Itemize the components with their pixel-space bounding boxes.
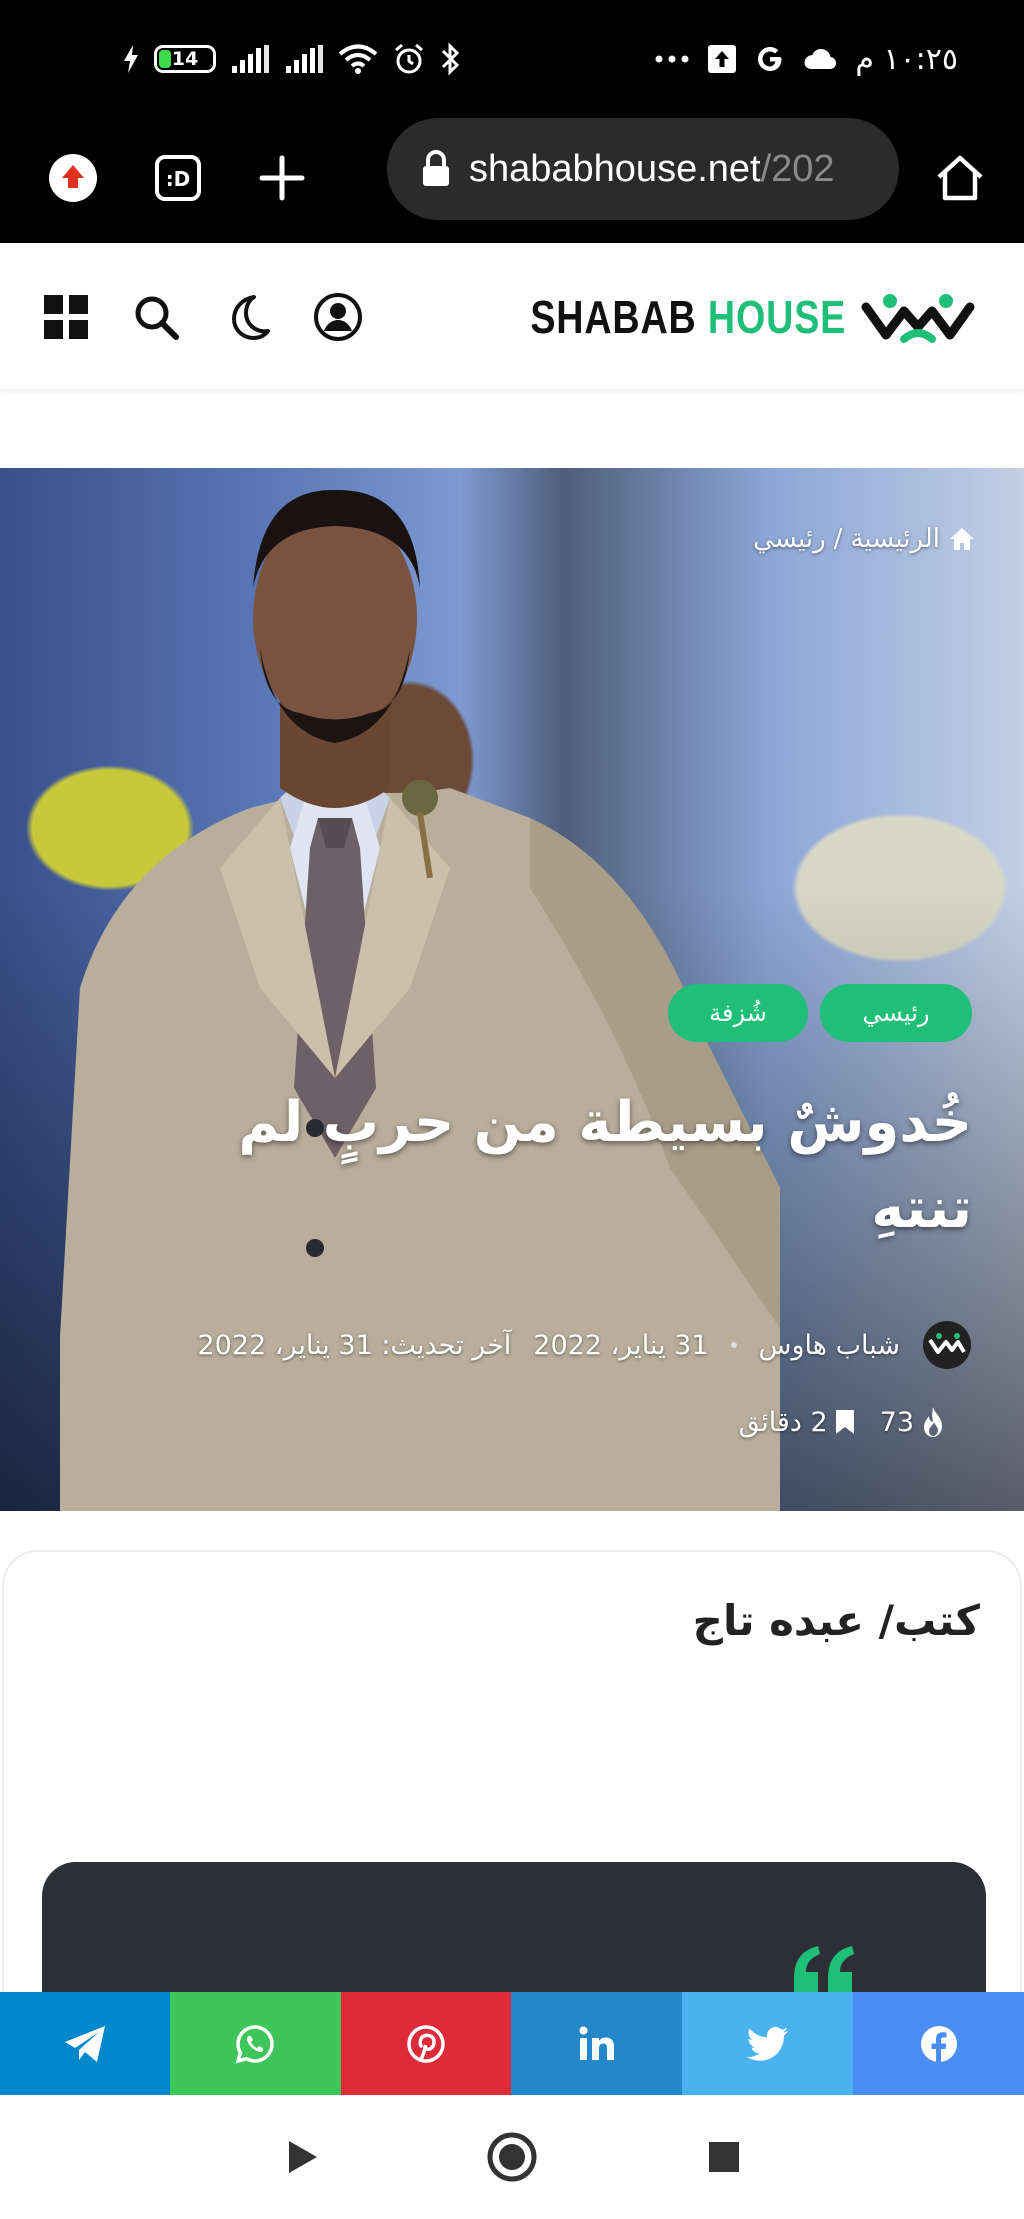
breadcrumb: الرئيسية / رئيسي [753, 524, 976, 554]
nav-back-button[interactable] [272, 2127, 332, 2187]
article-body: كتب/ عبده تاج [2, 1550, 1022, 2062]
upload-icon [708, 45, 737, 73]
share-twitter-button[interactable] [682, 1992, 854, 2095]
telegram-icon [64, 2025, 105, 2062]
menu-button[interactable] [40, 291, 92, 343]
share-facebook-button[interactable] [853, 1992, 1024, 2095]
more-notifications-icon [655, 55, 689, 63]
breadcrumb-separator: / [833, 524, 843, 554]
post-stats: 73 2 دقائق [739, 1406, 946, 1438]
alarm-icon [395, 43, 423, 74]
status-bar: 14 ١٠:٢٥ م [0, 0, 1024, 118]
meta-separator [730, 1342, 737, 1348]
search-icon [135, 296, 179, 340]
share-linkedin-button[interactable] [511, 1992, 683, 2095]
cloud-icon [804, 49, 837, 69]
views-value: 73 [879, 1406, 914, 1438]
home-icon [937, 155, 983, 201]
browser-toolbar: :D shababhouse.net/202 [0, 118, 1024, 243]
logo-mark-icon [861, 294, 975, 343]
status-icons-left: 14 [122, 36, 462, 82]
facebook-icon [920, 2025, 957, 2063]
category-tag[interactable]: رئيسي [820, 984, 972, 1042]
share-telegram-button[interactable] [0, 1992, 170, 2095]
logo-text: SHABAB HOUSE [530, 290, 846, 344]
google-icon [758, 47, 782, 71]
category-tags: رئيسي شُزفة [668, 984, 972, 1042]
hero-section: الرئيسية / رئيسي رئيسي شُزفة خُدوشٌ بسيط… [0, 468, 1024, 1511]
bluetooth-icon [441, 42, 460, 76]
tab-switcher-icon: :D [155, 155, 201, 201]
charging-icon [124, 45, 138, 73]
site-header: SHABAB HOUSE [0, 243, 1024, 389]
svg-text::D: :D [166, 167, 191, 191]
fire-icon [924, 1407, 942, 1437]
plus-icon [259, 155, 305, 201]
publish-date: 31 يناير، 2022 [533, 1329, 709, 1361]
address-bar[interactable]: shababhouse.net/202 [387, 118, 899, 220]
dark-mode-toggle[interactable] [222, 291, 274, 343]
share-bar [0, 1992, 1024, 2095]
author-avatar[interactable] [922, 1320, 972, 1370]
nav-recents-button[interactable] [694, 2127, 754, 2187]
article-byline: كتب/ عبده تاج [692, 1596, 980, 1645]
nav-home-button[interactable] [482, 2127, 542, 2187]
post-meta: شباب هاوس 31 يناير، 2022 آخر تحديث: 31 ي… [198, 1320, 973, 1370]
whatsapp-icon [235, 2024, 274, 2064]
pinterest-icon [407, 2024, 445, 2063]
home-icon [950, 528, 974, 550]
linkedin-icon [579, 2026, 614, 2060]
url-domain: shababhouse.net [469, 147, 761, 190]
clock: ١٠:٢٥ م [855, 41, 958, 77]
back-triangle-icon [289, 2141, 317, 2173]
read-time: 2 دقائق [739, 1407, 856, 1438]
update-button[interactable] [43, 148, 103, 208]
breadcrumb-home-link[interactable]: الرئيسية [850, 524, 940, 554]
user-icon [314, 293, 362, 341]
category-tag[interactable]: شُزفة [668, 984, 808, 1042]
site-logo[interactable]: SHABAB HOUSE [461, 287, 976, 347]
signal-icon-2 [286, 45, 323, 73]
lock-icon [423, 150, 449, 186]
battery-icon: 14 [154, 45, 216, 73]
bookmark-icon [835, 1410, 854, 1434]
new-tab-button[interactable] [252, 148, 312, 208]
battery-level: 14 [171, 48, 199, 70]
logo-word-1: SHABAB [530, 291, 697, 343]
moon-icon [232, 295, 270, 340]
url-path: /202 [760, 147, 835, 190]
home-button[interactable] [930, 148, 990, 208]
system-navigation-bar [0, 2095, 1024, 2219]
read-time-value: 2 دقائق [738, 1406, 828, 1438]
logo-word-2: HOUSE [707, 291, 846, 343]
updated-date: آخر تحديث: 31 يناير، 2022 [197, 1329, 512, 1361]
upgrade-arrow-icon [49, 154, 97, 202]
wifi-icon [338, 44, 378, 74]
grid-menu-icon [44, 295, 88, 339]
author-name[interactable]: شباب هاوس [759, 1330, 900, 1361]
status-icons-right: ١٠:٢٥ م [655, 36, 958, 82]
url-text: shababhouse.net/202 [469, 148, 835, 191]
recents-square-icon [709, 2142, 739, 2172]
share-whatsapp-button[interactable] [169, 1992, 341, 2095]
signal-icon [232, 45, 269, 73]
views-count: 73 [880, 1406, 946, 1438]
article-title: خُدوشٌ بسيطة من حربٍ لم تنتهِ [238, 1090, 972, 1241]
share-pinterest-button[interactable] [340, 1992, 512, 2095]
tabs-button[interactable]: :D [148, 148, 208, 208]
home-circle-icon [487, 2132, 537, 2182]
account-button[interactable] [312, 291, 364, 343]
twitter-icon [746, 2026, 788, 2061]
breadcrumb-current: رئيسي [753, 524, 826, 554]
search-button[interactable] [130, 291, 182, 343]
